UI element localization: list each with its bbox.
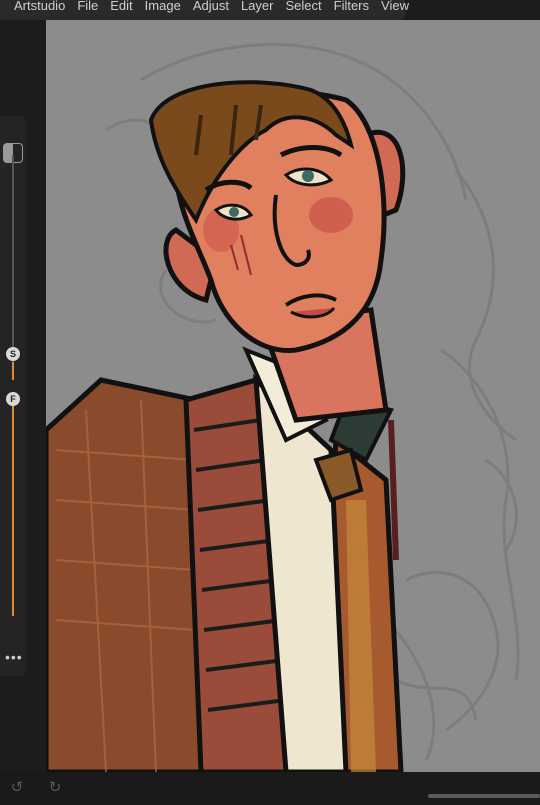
size-slider-label: S <box>9 349 16 359</box>
flow-slider-handle[interactable]: F <box>6 392 20 406</box>
artwork <box>46 43 520 772</box>
menu-filters[interactable]: Filters <box>334 0 369 12</box>
size-slider-handle[interactable]: S <box>6 347 20 361</box>
bottom-toolbar: ↺ ↻ <box>0 772 540 805</box>
menu-bar: Artstudio File Edit Image Adjust Layer S… <box>0 0 409 20</box>
menu-select[interactable]: Select <box>285 0 321 12</box>
artstudio-app: Artstudio File Edit Image Adjust Layer S… <box>0 0 540 805</box>
menu-layer[interactable]: Layer <box>241 0 274 12</box>
size-slider-fill <box>12 362 14 380</box>
flow-slider-label: F <box>10 394 16 404</box>
more-options-button[interactable]: ••• <box>5 650 23 664</box>
menu-view[interactable]: View <box>381 0 409 12</box>
home-indicator <box>428 794 540 798</box>
redo-icon[interactable]: ↻ <box>46 778 64 796</box>
menu-edit[interactable]: Edit <box>110 0 132 12</box>
flow-slider-fill <box>12 400 14 616</box>
app-menu[interactable]: Artstudio <box>14 0 65 12</box>
menu-image[interactable]: Image <box>145 0 181 12</box>
menu-adjust[interactable]: Adjust <box>193 0 229 12</box>
undo-icon[interactable]: ↺ <box>8 778 26 796</box>
drawing-canvas[interactable] <box>46 20 540 772</box>
tool-side-panel: S F ••• <box>0 20 46 772</box>
menu-file[interactable]: File <box>77 0 98 12</box>
